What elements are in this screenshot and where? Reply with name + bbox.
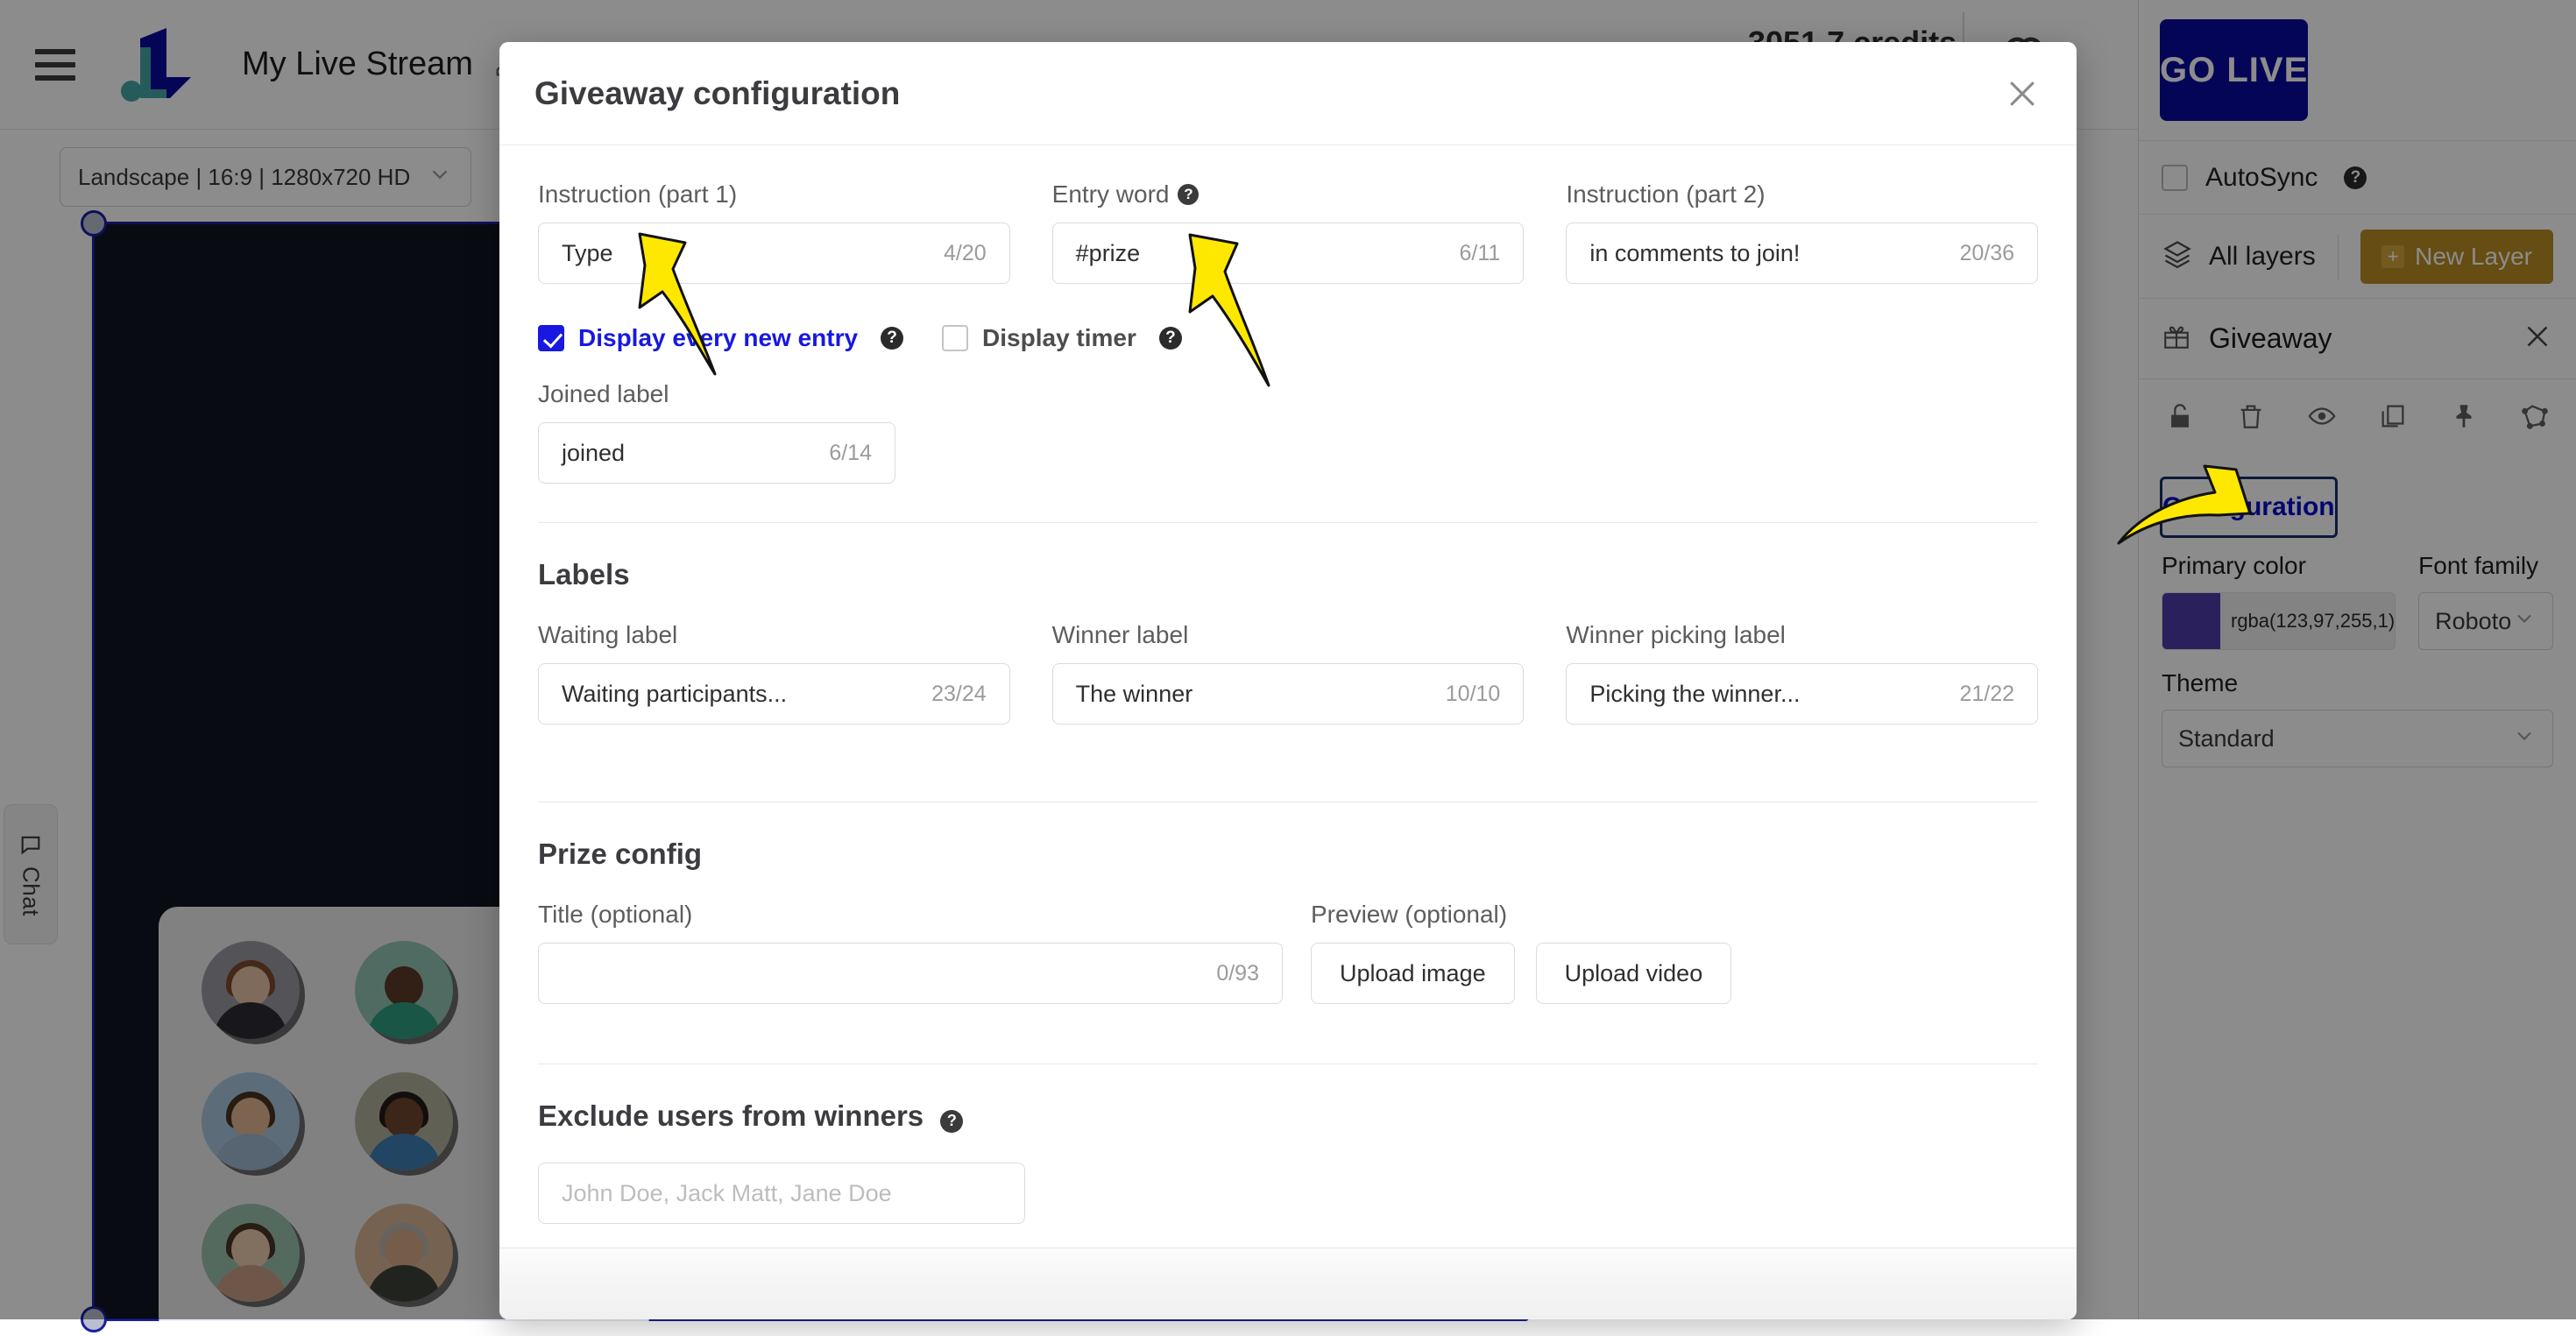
modal-body: Instruction (part 1) Type 4/20 Entry wor… [499, 145, 2077, 1248]
entry-word-counter: 6/11 [1460, 241, 1501, 266]
close-icon[interactable] [2003, 74, 2042, 113]
instruction1-counter: 4/20 [944, 241, 987, 266]
prize-title-input[interactable]: 0/93 [538, 943, 1283, 1004]
winner-label: Winner label [1052, 621, 1525, 649]
checkbox-box [942, 325, 968, 351]
entry-word-field-group: Entry word ? #prize 6/11 [1052, 180, 1525, 284]
help-icon[interactable]: ? [881, 327, 903, 350]
waiting-label-field-group: Waiting label Waiting participants... 23… [538, 621, 1010, 725]
exclude-users-placeholder: John Doe, Jack Matt, Jane Doe [562, 1180, 892, 1207]
joined-counter: 6/14 [829, 441, 872, 466]
display-options-row: Display every new entry ? Display timer … [538, 324, 2038, 352]
winner-input[interactable]: The winner 10/10 [1052, 663, 1525, 725]
prize-preview-group: Preview (optional) Upload image Upload v… [1311, 901, 2038, 1004]
winner-picking-input[interactable]: Picking the winner... 21/22 [1566, 663, 2038, 725]
joined-label: Joined label [538, 380, 895, 408]
winner-picking-label-field-group: Winner picking label Picking the winner.… [1566, 621, 2038, 725]
entry-word-label-text: Entry word [1052, 180, 1170, 209]
instruction2-value: in comments to join! [1589, 240, 1800, 267]
waiting-counter: 23/24 [931, 682, 987, 707]
divider [538, 522, 2038, 523]
giveaway-configuration-modal: Giveaway configuration Instruction (part… [499, 42, 2077, 1319]
exclude-users-title: Exclude users from winners ? [538, 1099, 2038, 1133]
labels-section-title: Labels [538, 558, 2038, 591]
display-every-new-entry-checkbox[interactable]: Display every new entry ? [538, 324, 903, 352]
checkbox-box [538, 325, 564, 351]
instruction2-counter: 20/36 [1959, 241, 2014, 266]
instruction1-field-group: Instruction (part 1) Type 4/20 [538, 180, 1010, 284]
help-icon[interactable]: ? [1178, 184, 1199, 205]
help-icon[interactable]: ? [940, 1110, 963, 1133]
upload-video-button[interactable]: Upload video [1536, 943, 1732, 1004]
waiting-value: Waiting participants... [562, 681, 787, 708]
exclude-users-input[interactable]: John Doe, Jack Matt, Jane Doe [538, 1163, 1025, 1224]
labels-row: Waiting label Waiting participants... 23… [538, 621, 2038, 725]
winner-value: The winner [1076, 681, 1193, 708]
modal-title: Giveaway configuration [534, 75, 900, 112]
waiting-input[interactable]: Waiting participants... 23/24 [538, 663, 1010, 725]
instruction1-label: Instruction (part 1) [538, 180, 1010, 209]
prize-title-counter: 0/93 [1216, 961, 1259, 986]
entry-word-value: #prize [1076, 240, 1141, 267]
upload-image-button[interactable]: Upload image [1311, 943, 1515, 1004]
preview-label: Preview (optional) [1311, 901, 2038, 929]
modal-footer [499, 1248, 2077, 1319]
winner-picking-label: Winner picking label [1566, 621, 2038, 649]
exclude-users-title-text: Exclude users from winners [538, 1099, 924, 1132]
waiting-label: Waiting label [538, 621, 1010, 649]
help-icon[interactable]: ? [1159, 327, 1182, 350]
joined-input[interactable]: joined 6/14 [538, 422, 895, 484]
instruction1-value: Type [562, 240, 613, 267]
winner-counter: 10/10 [1446, 682, 1501, 707]
prize-row: Title (optional) 0/93 Preview (optional)… [538, 901, 2038, 1004]
entry-word-label: Entry word ? [1052, 180, 1525, 209]
prize-title-label: Title (optional) [538, 901, 1283, 929]
display-timer-checkbox[interactable]: Display timer ? [942, 324, 1182, 352]
instruction2-label: Instruction (part 2) [1566, 180, 2038, 209]
winner-picking-counter: 21/22 [1959, 682, 2014, 707]
prize-title-field-group: Title (optional) 0/93 [538, 901, 1283, 1004]
instruction2-field-group: Instruction (part 2) in comments to join… [1566, 180, 2038, 284]
display-every-new-entry-label: Display every new entry [578, 324, 858, 352]
prize-config-title: Prize config [538, 838, 2038, 871]
winner-picking-value: Picking the winner... [1589, 681, 1800, 708]
instruction1-input[interactable]: Type 4/20 [538, 223, 1010, 284]
instruction2-input[interactable]: in comments to join! 20/36 [1566, 223, 2038, 284]
entry-word-input[interactable]: #prize 6/11 [1052, 223, 1525, 284]
display-timer-label: Display timer [982, 324, 1136, 352]
modal-header: Giveaway configuration [499, 42, 2077, 145]
instruction-row: Instruction (part 1) Type 4/20 Entry wor… [538, 180, 2038, 284]
joined-value: joined [562, 440, 625, 467]
joined-label-field-group: Joined label joined 6/14 [538, 380, 895, 484]
winner-label-field-group: Winner label The winner 10/10 [1052, 621, 1525, 725]
